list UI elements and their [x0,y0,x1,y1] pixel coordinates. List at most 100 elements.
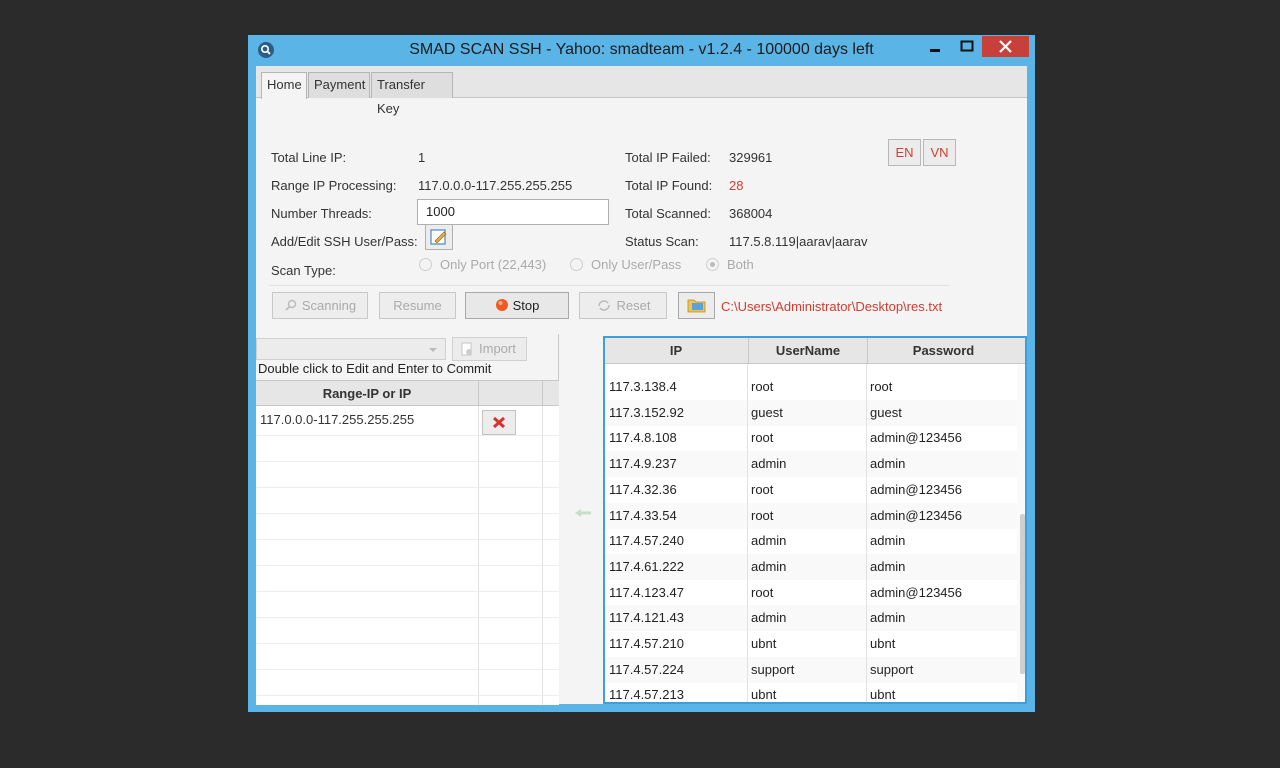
username-cell[interactable]: root [751,503,773,529]
table-row[interactable]: 117.4.57.224 support support [605,656,1017,683]
ip-cell[interactable]: 117.4.57.213 [609,682,684,702]
username-cell[interactable]: admin [751,451,786,477]
tab-home[interactable]: Home [261,72,307,99]
password-cell[interactable]: admin [870,451,905,477]
tab-payment[interactable]: Payment [308,72,370,98]
username-column-header[interactable]: UserName [748,338,867,363]
ip-cell[interactable]: 117.4.57.224 [609,657,684,683]
table-row[interactable] [256,514,559,540]
username-cell[interactable]: admin [751,554,786,580]
table-row[interactable]: 117.4.123.47 root admin@123456 [605,580,1017,606]
username-cell[interactable]: admin [751,528,786,554]
minimize-icon [930,49,940,52]
tab-transfer-key[interactable]: Transfer Key [371,72,453,116]
password-cell[interactable]: admin@123456 [870,503,962,529]
ip-cell[interactable]: 117.4.57.240 [609,528,684,554]
edit-ssh-button[interactable] [425,224,453,250]
edit-icon [430,229,447,245]
table-row[interactable] [256,644,559,670]
table-row[interactable] [256,592,559,618]
username-cell[interactable]: support [751,657,794,683]
username-cell[interactable]: ubnt [751,682,776,702]
password-cell[interactable]: support [870,657,913,683]
table-row[interactable] [256,566,559,592]
table-row[interactable]: 117.4.57.240 admin admin [605,528,1017,554]
ip-cell[interactable]: 117.4.123.47 [609,580,684,606]
password-cell[interactable]: ubnt [870,631,895,657]
password-cell[interactable]: admin@123456 [870,477,962,503]
table-row[interactable]: 117.4.57.213 ubnt ubnt [605,682,1017,702]
password-cell[interactable]: guest [870,400,902,426]
reset-button[interactable]: Reset [579,292,667,319]
password-cell[interactable]: admin [870,528,905,554]
ip-cell[interactable]: 117.4.61.222 [609,554,684,580]
table-row[interactable]: 117.4.33.54 root admin@123456 [605,502,1017,529]
ip-cell[interactable]: 117.4.8.108 [609,425,677,451]
range-ip-column-header[interactable]: Range-IP or IP [256,381,478,406]
ip-cell[interactable]: 117.4.121.43 [609,605,684,631]
username-cell[interactable]: root [751,580,773,606]
password-column-header[interactable]: Password [867,338,1019,363]
range-ip-cell[interactable]: 117.0.0.0-117.255.255.255 [260,412,414,427]
password-cell[interactable]: admin@123456 [870,425,962,451]
ip-cell[interactable]: 117.3.152.92 [609,400,684,426]
ip-cell[interactable]: 117.4.33.54 [609,503,677,529]
app-window: SMAD SCAN SSH - Yahoo: smadteam - v1.2.4… [248,35,1035,712]
username-cell[interactable]: admin [751,605,786,631]
radio-only-port[interactable]: Only Port (22,443) [419,257,546,273]
password-cell[interactable]: admin [870,554,905,580]
table-row[interactable]: 117.4.8.108 root admin@123456 [605,425,1017,451]
username-cell[interactable]: ubnt [751,631,776,657]
password-cell[interactable]: admin@123456 [870,580,962,606]
table-row[interactable]: 117.4.9.237 admin admin [605,451,1017,478]
username-cell[interactable]: guest [751,400,783,426]
password-cell[interactable]: ubnt [870,682,895,702]
import-button[interactable]: Import [452,337,527,361]
ip-cell[interactable]: 117.4.57.210 [609,631,684,657]
table-row[interactable]: 117.4.61.222 admin admin [605,553,1017,580]
minimize-button[interactable] [920,36,950,57]
ip-cell[interactable]: 117.3.138.4 [609,374,677,400]
scrollbar-thumb[interactable] [1020,514,1025,674]
table-row[interactable]: 117.4.57.210 ubnt ubnt [605,631,1017,657]
threads-input[interactable]: 1000 [417,199,609,225]
ip-column-header[interactable]: IP [605,338,747,363]
title-bar[interactable]: SMAD SCAN SSH - Yahoo: smadteam - v1.2.4… [248,35,1035,65]
lang-en-button[interactable]: EN [888,139,921,166]
table-row[interactable] [256,436,559,462]
maximize-button[interactable] [952,36,982,57]
import-label: Import [479,341,516,356]
table-row[interactable] [256,670,559,696]
lang-vn-button[interactable]: VN [923,139,956,166]
table-row[interactable]: 117.0.0.0-117.255.255.255 [256,406,559,436]
password-cell[interactable]: admin [870,605,905,631]
arrow-left-icon[interactable] [573,507,593,519]
table-row[interactable] [256,488,559,514]
radio-both[interactable]: Both [706,257,754,273]
results-table: IP UserName Password 117.3.138.4 root root… [603,336,1027,704]
table-row[interactable] [256,540,559,566]
radio-only-userpass[interactable]: Only User/Pass [570,257,681,273]
stop-button[interactable]: Stop [465,292,569,319]
username-cell[interactable]: root [751,425,773,451]
username-cell[interactable]: root [751,477,773,503]
table-row[interactable]: 117.3.152.92 guest guest [605,399,1017,426]
results-scrollbar[interactable] [1017,364,1025,702]
table-row[interactable] [256,618,559,644]
output-folder-button[interactable] [678,292,715,319]
table-row[interactable]: 117.4.121.43 admin admin [605,605,1017,632]
close-button[interactable] [982,36,1029,57]
scanning-button[interactable]: Scanning [272,292,368,319]
table-row[interactable] [256,462,559,488]
ip-cell[interactable]: 117.4.9.237 [609,451,677,477]
ip-source-dropdown[interactable] [256,338,446,360]
table-row[interactable]: 117.4.32.36 root admin@123456 [605,477,1017,503]
username-cell[interactable]: root [751,374,773,400]
password-cell[interactable]: root [870,374,892,400]
tab-bar: Home Payment Transfer Key [256,66,1027,116]
radio-dot-selected [706,258,719,271]
table-row[interactable]: 117.3.138.4 root root [605,374,1017,400]
ip-cell[interactable]: 117.4.32.36 [609,477,677,503]
delete-row-button[interactable] [482,410,516,435]
resume-button[interactable]: Resume [379,292,456,319]
